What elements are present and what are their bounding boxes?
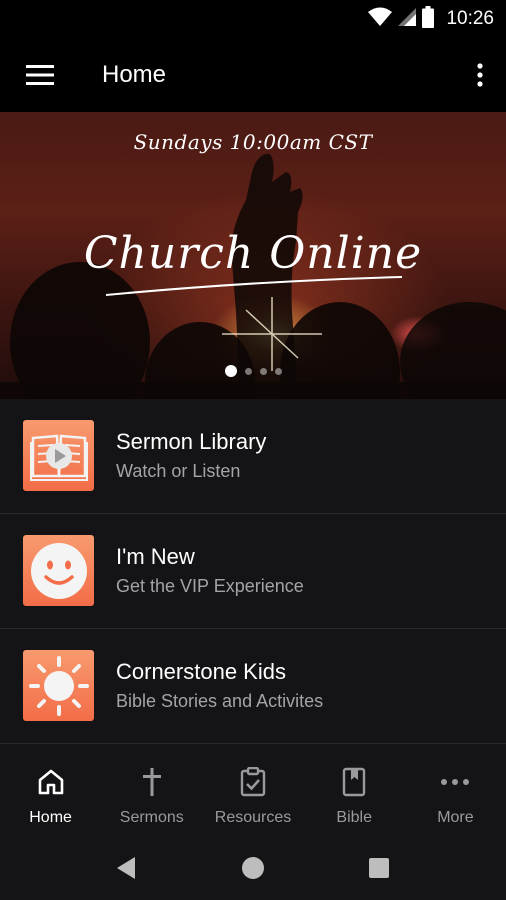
status-bar: 10:26 xyxy=(0,0,506,38)
recents-icon[interactable] xyxy=(364,853,394,883)
nav-item-sermons[interactable]: Sermons xyxy=(101,745,202,835)
list-item-cornerstone-kids[interactable]: Cornerstone Kids Bible Stories and Activ… xyxy=(0,629,506,744)
hero-subtitle: Sundays 10:00am CST xyxy=(133,130,373,154)
bible-icon xyxy=(339,767,369,797)
status-icons: 10:26 xyxy=(368,5,494,33)
hero-underline xyxy=(105,276,403,296)
battery-icon xyxy=(422,5,435,33)
hero-title: Church Online xyxy=(83,228,423,279)
carousel-indicator xyxy=(0,365,506,377)
carousel-dot[interactable] xyxy=(244,367,252,375)
nav-item-resources[interactable]: Resources xyxy=(202,745,303,835)
bottom-navigation: Home Sermons Resources Bible More xyxy=(0,745,506,835)
page-title: Home xyxy=(102,61,167,88)
nav-label: Home xyxy=(29,809,72,826)
home-list: Sermon Library Watch or Listen I'm New G… xyxy=(0,399,506,744)
list-item-title: Cornerstone Kids xyxy=(116,659,286,684)
carousel-dot[interactable] xyxy=(259,367,267,375)
overflow-menu-icon[interactable] xyxy=(470,58,490,92)
cross-icon xyxy=(137,767,167,797)
status-time: 10:26 xyxy=(446,8,494,29)
home-icon xyxy=(36,767,66,797)
wifi-icon xyxy=(368,7,393,32)
nav-item-more[interactable]: More xyxy=(405,745,506,835)
menu-icon[interactable] xyxy=(22,60,58,90)
list-item-title: Sermon Library xyxy=(116,429,267,454)
list-item-subtitle: Watch or Listen xyxy=(116,461,241,481)
signal-icon xyxy=(398,7,417,31)
list-item-sermon-library[interactable]: Sermon Library Watch or Listen xyxy=(0,399,506,514)
home-circle-icon[interactable] xyxy=(238,853,268,883)
list-item-title: I'm New xyxy=(116,544,195,569)
nav-item-home[interactable]: Home xyxy=(0,745,101,835)
nav-label: Bible xyxy=(336,809,372,826)
list-item-subtitle: Bible Stories and Activites xyxy=(116,691,324,711)
list-item-subtitle: Get the VIP Experience xyxy=(116,576,304,596)
app-bar: Home xyxy=(0,38,506,112)
nav-item-bible[interactable]: Bible xyxy=(304,745,405,835)
nav-label: Sermons xyxy=(119,809,184,826)
clipboard-check-icon xyxy=(238,767,268,797)
list-item-im-new[interactable]: I'm New Get the VIP Experience xyxy=(0,514,506,629)
book-play-icon xyxy=(23,420,94,491)
nav-label: More xyxy=(437,809,474,826)
more-dots-icon xyxy=(440,767,470,797)
sun-icon xyxy=(23,650,94,721)
carousel-dot[interactable] xyxy=(274,367,282,375)
nav-label: Resources xyxy=(214,809,292,826)
hero-banner[interactable]: Sundays 10:00am CST Church Online xyxy=(0,112,506,399)
system-navigation-bar xyxy=(0,835,506,900)
back-icon[interactable] xyxy=(111,853,141,883)
smiley-icon xyxy=(23,535,94,606)
carousel-dot[interactable] xyxy=(224,365,237,377)
